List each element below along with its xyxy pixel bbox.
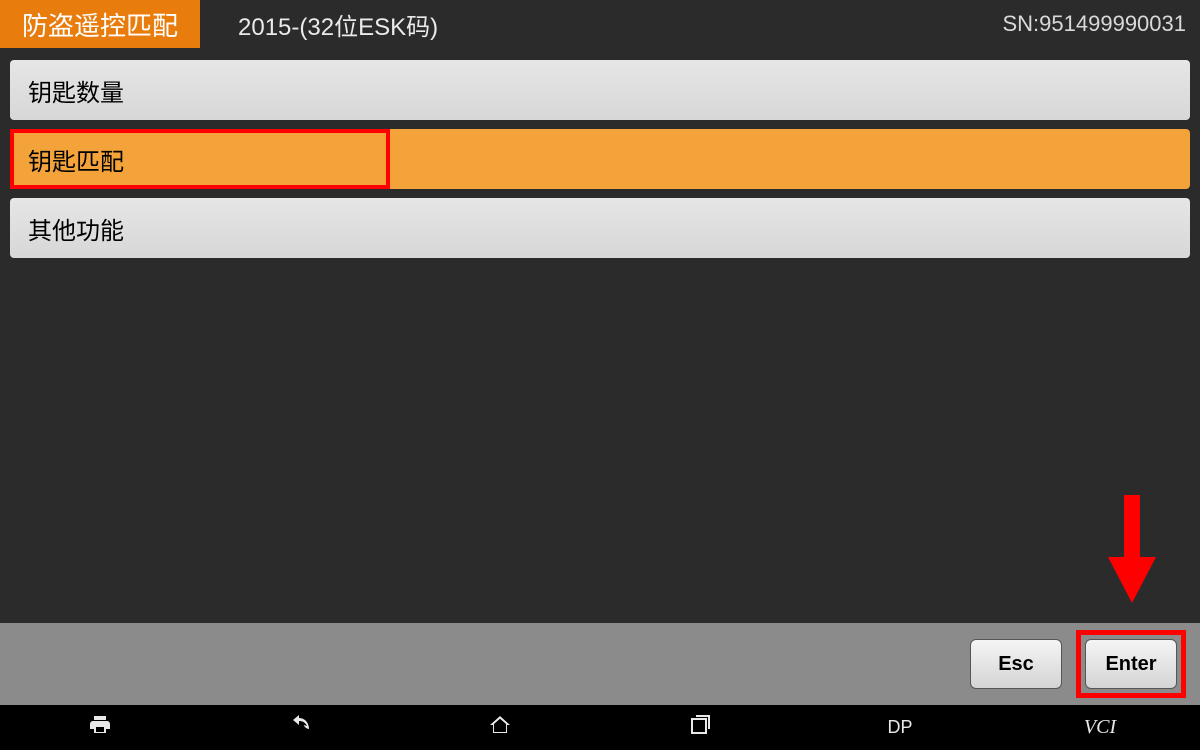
nav-dp[interactable]: DP [800, 705, 1000, 750]
nav-recents[interactable] [600, 705, 800, 750]
enter-button[interactable]: Enter [1085, 639, 1177, 689]
menu-item-label: 钥匙数量 [28, 73, 124, 108]
nav-home[interactable] [400, 705, 600, 750]
menu-item-other-functions[interactable]: 其他功能 [10, 198, 1190, 258]
vci-label: VCI [1084, 716, 1116, 739]
menu-item-label: 钥匙匹配 [28, 142, 124, 177]
nav-back[interactable] [200, 705, 400, 750]
footer-bar: Esc Enter [0, 623, 1200, 705]
menu-item-key-match[interactable]: 钥匙匹配 [10, 129, 1190, 189]
model-label: 2015-(32位ESK码) [238, 7, 1002, 42]
menu-item-key-count[interactable]: 钥匙数量 [10, 60, 1190, 120]
esc-button[interactable]: Esc [970, 639, 1062, 689]
menu-item-label: 其他功能 [28, 211, 124, 246]
serial-number: SN:951499990031 [1003, 11, 1187, 37]
nav-print[interactable] [0, 705, 200, 750]
recents-icon [688, 713, 712, 742]
system-navbar: DP VCI [0, 705, 1200, 750]
menu-list: 钥匙数量 钥匙匹配 其他功能 [0, 48, 1200, 623]
function-tag: 防盗遥控匹配 [0, 0, 200, 48]
back-icon [288, 713, 312, 742]
home-icon [488, 713, 512, 742]
printer-icon [88, 713, 112, 742]
nav-vci[interactable]: VCI [1000, 705, 1200, 750]
dp-label: DP [887, 717, 912, 738]
annotation-enter-highlight: Enter [1076, 630, 1186, 698]
top-bar: 防盗遥控匹配 2015-(32位ESK码) SN:951499990031 [0, 0, 1200, 48]
